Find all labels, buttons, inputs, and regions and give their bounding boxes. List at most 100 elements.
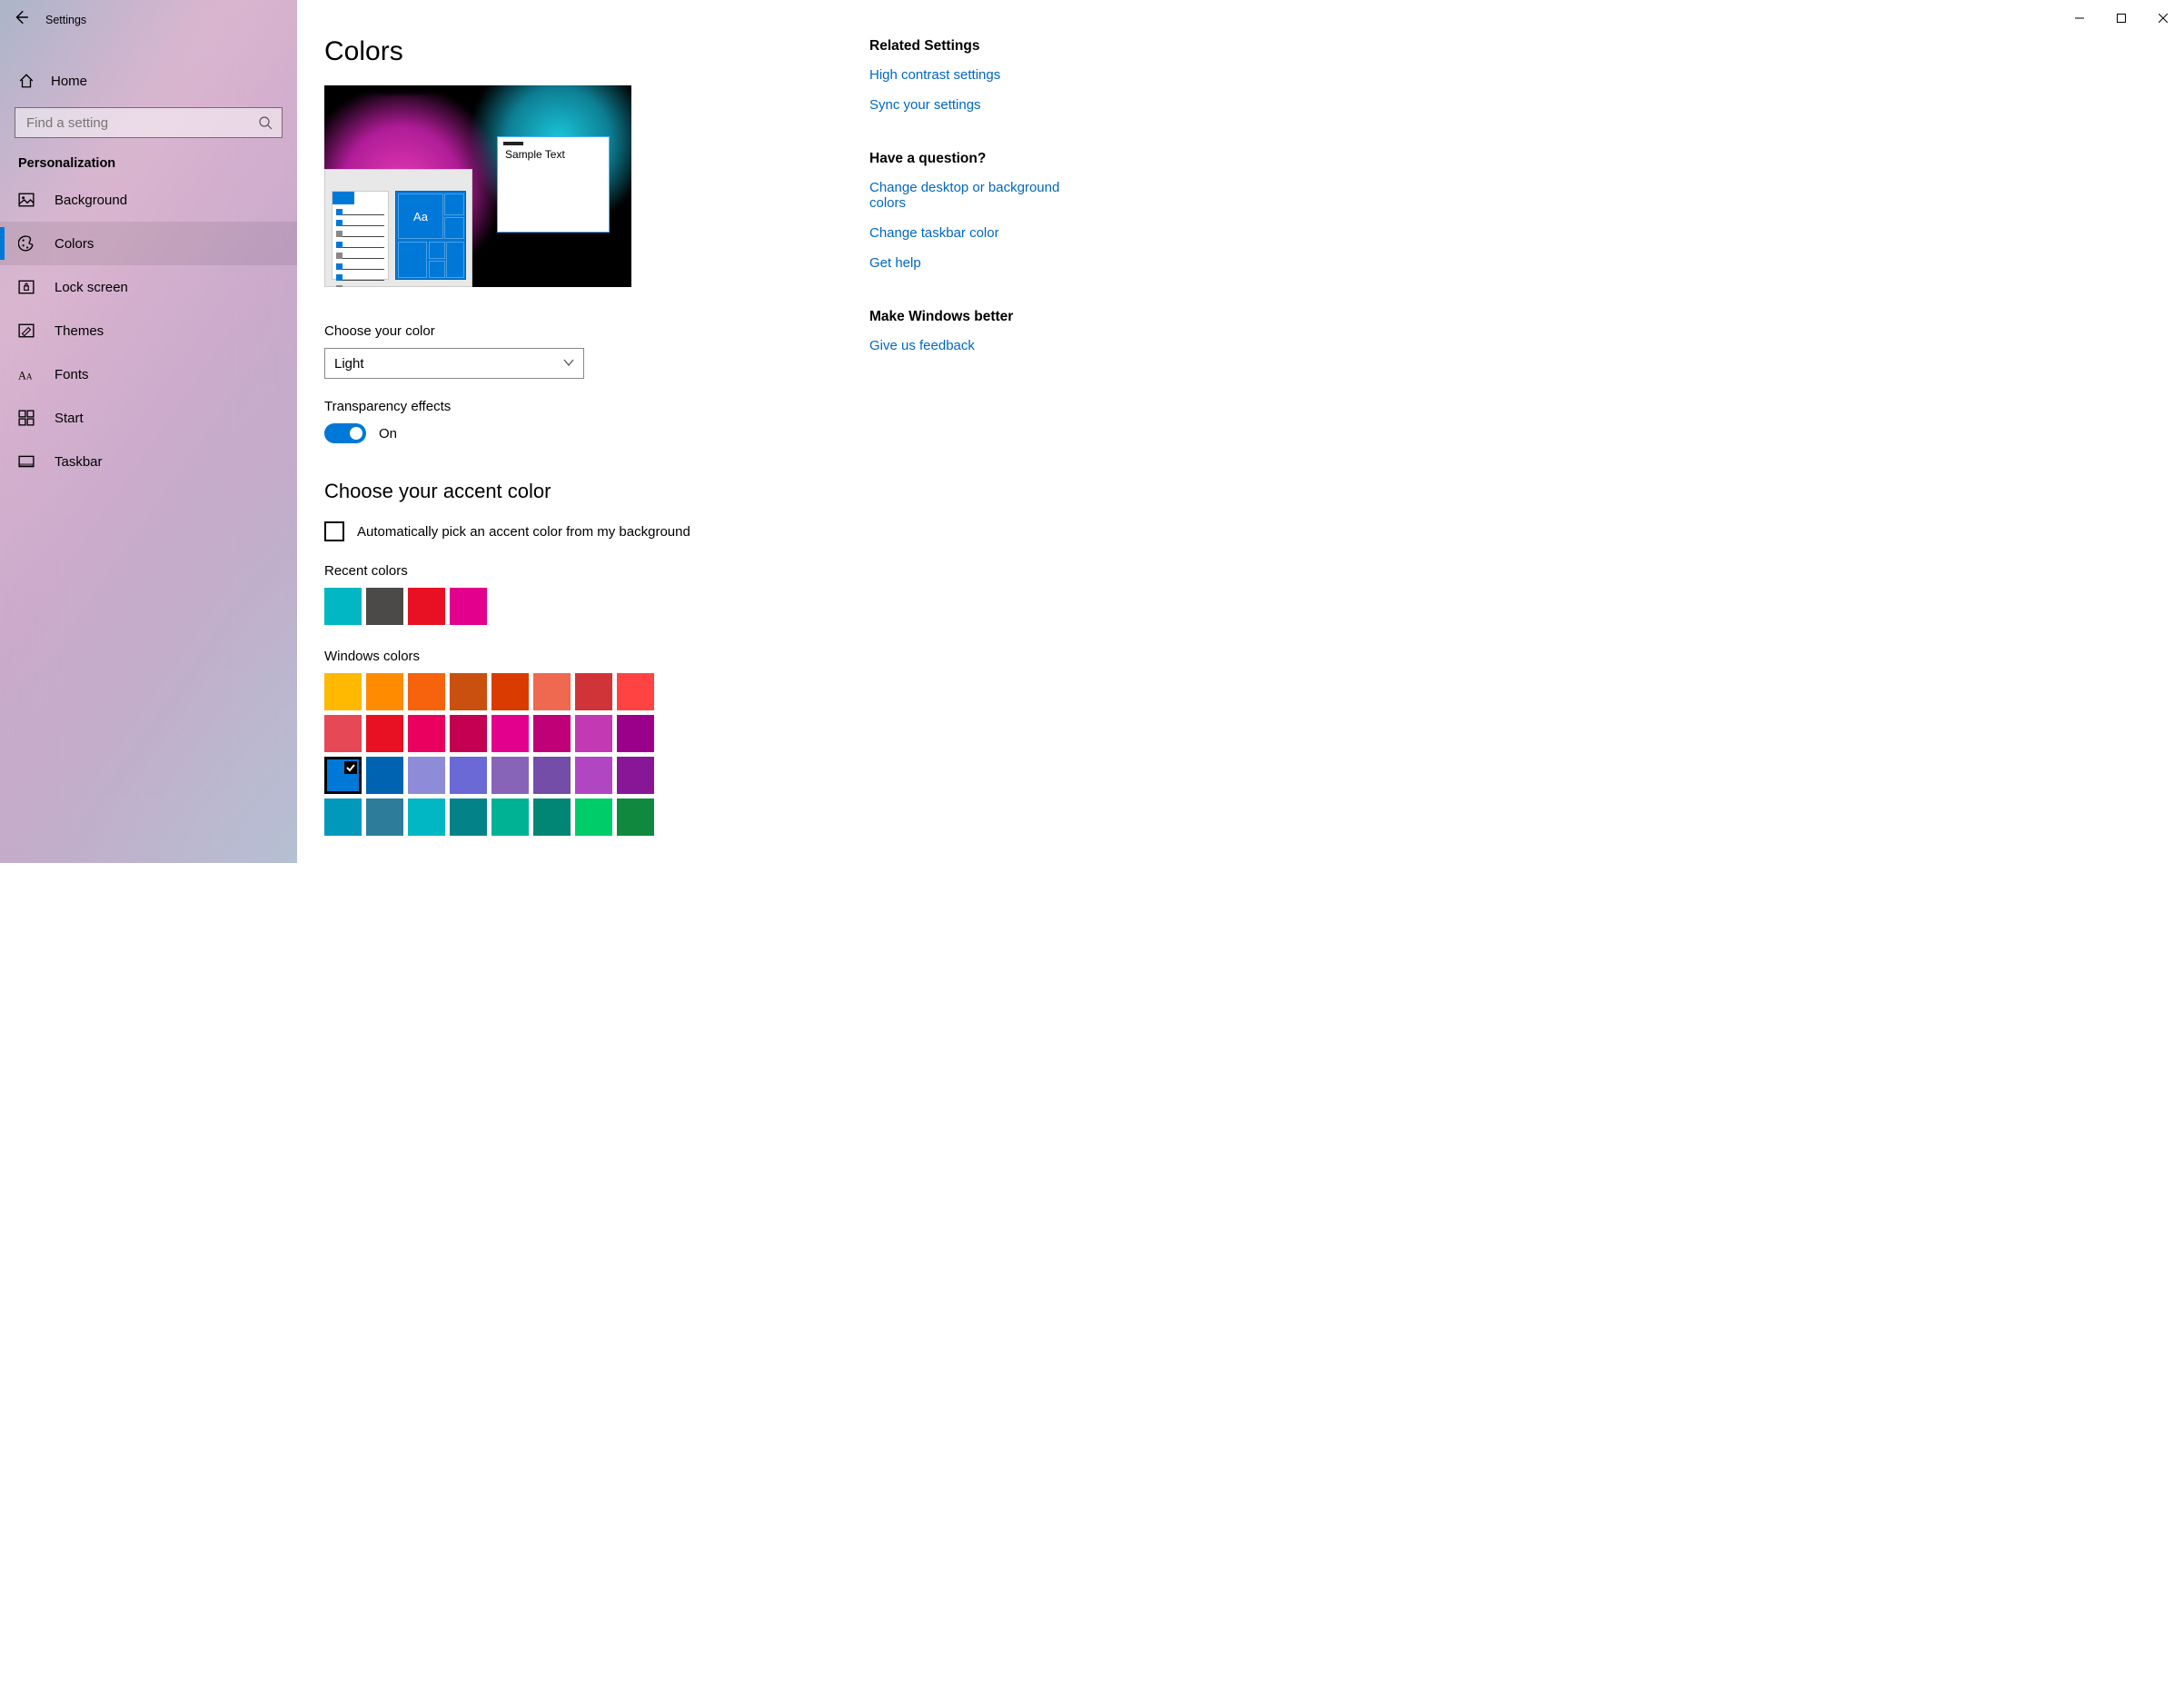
right-heading: Make Windows better [869,309,1086,325]
windows-color-swatch[interactable] [324,715,362,752]
windows-color-swatch[interactable] [366,673,403,710]
windows-color-swatch[interactable] [575,757,612,794]
right-link[interactable]: Get help [869,255,1086,271]
content-area: Colors Aa [297,0,1113,863]
transparency-toggle[interactable] [324,423,366,443]
theme-preview: Aa Sample Text [324,85,631,287]
transparency-state: On [379,426,397,441]
search-input[interactable] [25,114,258,132]
windows-color-swatch[interactable] [450,798,487,836]
choose-color-value: Light [334,356,364,372]
transparency-label: Transparency effects [324,399,833,414]
palette-icon [18,235,35,252]
right-link[interactable]: High contrast settings [869,67,1086,83]
windows-color-swatch[interactable] [533,673,571,710]
windows-color-swatch[interactable] [366,757,403,794]
svg-text:A: A [26,372,33,382]
search-input-container[interactable] [15,107,283,138]
nav-item-background[interactable]: Background [0,178,297,222]
chevron-down-icon [563,356,574,372]
windows-color-swatch[interactable] [575,715,612,752]
windows-color-swatch[interactable] [324,798,362,836]
window-minimize-button[interactable] [2059,4,2100,33]
windows-color-swatch[interactable] [450,757,487,794]
right-link[interactable]: Give us feedback [869,338,1086,353]
windows-color-swatch[interactable] [408,798,445,836]
windows-color-swatch[interactable] [491,673,529,710]
nav-item-label: Start [55,411,84,426]
nav-item-label: Themes [55,323,104,339]
windows-color-swatch[interactable] [324,673,362,710]
choose-color-dropdown[interactable]: Light [324,348,584,379]
windows-color-swatch[interactable] [491,715,529,752]
recent-colors-grid [324,588,579,625]
nav-item-label: Lock screen [55,280,128,295]
lock-icon [18,279,35,295]
windows-color-swatch[interactable] [366,798,403,836]
window-close-button[interactable] [2142,4,2184,33]
right-link[interactable]: Change desktop or background colors [869,180,1086,211]
recent-color-swatch[interactable] [450,588,487,625]
picture-icon [18,192,35,208]
windows-color-swatch[interactable] [617,673,654,710]
brush-icon [18,322,35,339]
nav-item-label: Background [55,193,127,208]
back-button[interactable] [13,9,29,30]
taskbar-icon [18,453,35,470]
windows-color-swatch[interactable] [408,715,445,752]
preview-tile-aa: Aa [398,193,443,239]
windows-color-swatch[interactable] [575,673,612,710]
windows-color-swatch[interactable] [533,798,571,836]
windows-color-swatch[interactable] [408,757,445,794]
windows-color-swatch[interactable] [324,757,362,794]
nav-item-themes[interactable]: Themes [0,309,297,352]
windows-color-swatch[interactable] [450,715,487,752]
svg-text:A: A [18,370,26,382]
nav-item-start[interactable]: Start [0,396,297,440]
windows-color-swatch[interactable] [533,757,571,794]
auto-pick-label: Automatically pick an accent color from … [357,524,690,540]
sidebar: Settings Home Personalization Background… [0,0,297,863]
nav-item-fonts[interactable]: AA Fonts [0,352,297,396]
windows-colors-label: Windows colors [324,649,833,664]
right-heading: Related Settings [869,38,1086,55]
windows-color-swatch[interactable] [408,673,445,710]
right-link[interactable]: Sync your settings [869,97,1086,113]
windows-color-swatch[interactable] [617,798,654,836]
app-title: Settings [45,14,86,26]
accent-heading: Choose your accent color [324,480,833,503]
search-icon [258,115,273,130]
font-icon: AA [18,366,35,382]
windows-color-swatch[interactable] [575,798,612,836]
window-maximize-button[interactable] [2100,4,2142,33]
page-title: Colors [324,36,833,67]
windows-color-swatch[interactable] [450,673,487,710]
recent-color-swatch[interactable] [324,588,362,625]
choose-color-label: Choose your color [324,323,833,339]
check-icon [345,761,356,778]
nav-home[interactable]: Home [0,64,297,98]
windows-color-swatch[interactable] [617,715,654,752]
home-icon [18,73,35,89]
nav-item-label: Colors [55,236,94,252]
right-heading: Have a question? [869,151,1086,167]
start-icon [18,410,35,426]
right-link[interactable]: Change taskbar color [869,225,1086,241]
nav-item-lock-screen[interactable]: Lock screen [0,265,297,309]
windows-colors-grid [324,673,670,836]
nav-item-colors[interactable]: Colors [0,222,297,265]
auto-pick-checkbox[interactable] [324,521,344,541]
windows-color-swatch[interactable] [491,757,529,794]
nav-item-label: Fonts [55,367,89,382]
windows-color-swatch[interactable] [491,798,529,836]
windows-color-swatch[interactable] [617,757,654,794]
windows-color-swatch[interactable] [366,715,403,752]
windows-color-swatch[interactable] [533,715,571,752]
recent-colors-label: Recent colors [324,563,833,579]
nav-item-taskbar[interactable]: Taskbar [0,440,297,483]
recent-color-swatch[interactable] [366,588,403,625]
recent-color-swatch[interactable] [408,588,445,625]
nav-home-label: Home [51,74,87,89]
category-label: Personalization [0,138,297,178]
nav-item-label: Taskbar [55,454,103,470]
